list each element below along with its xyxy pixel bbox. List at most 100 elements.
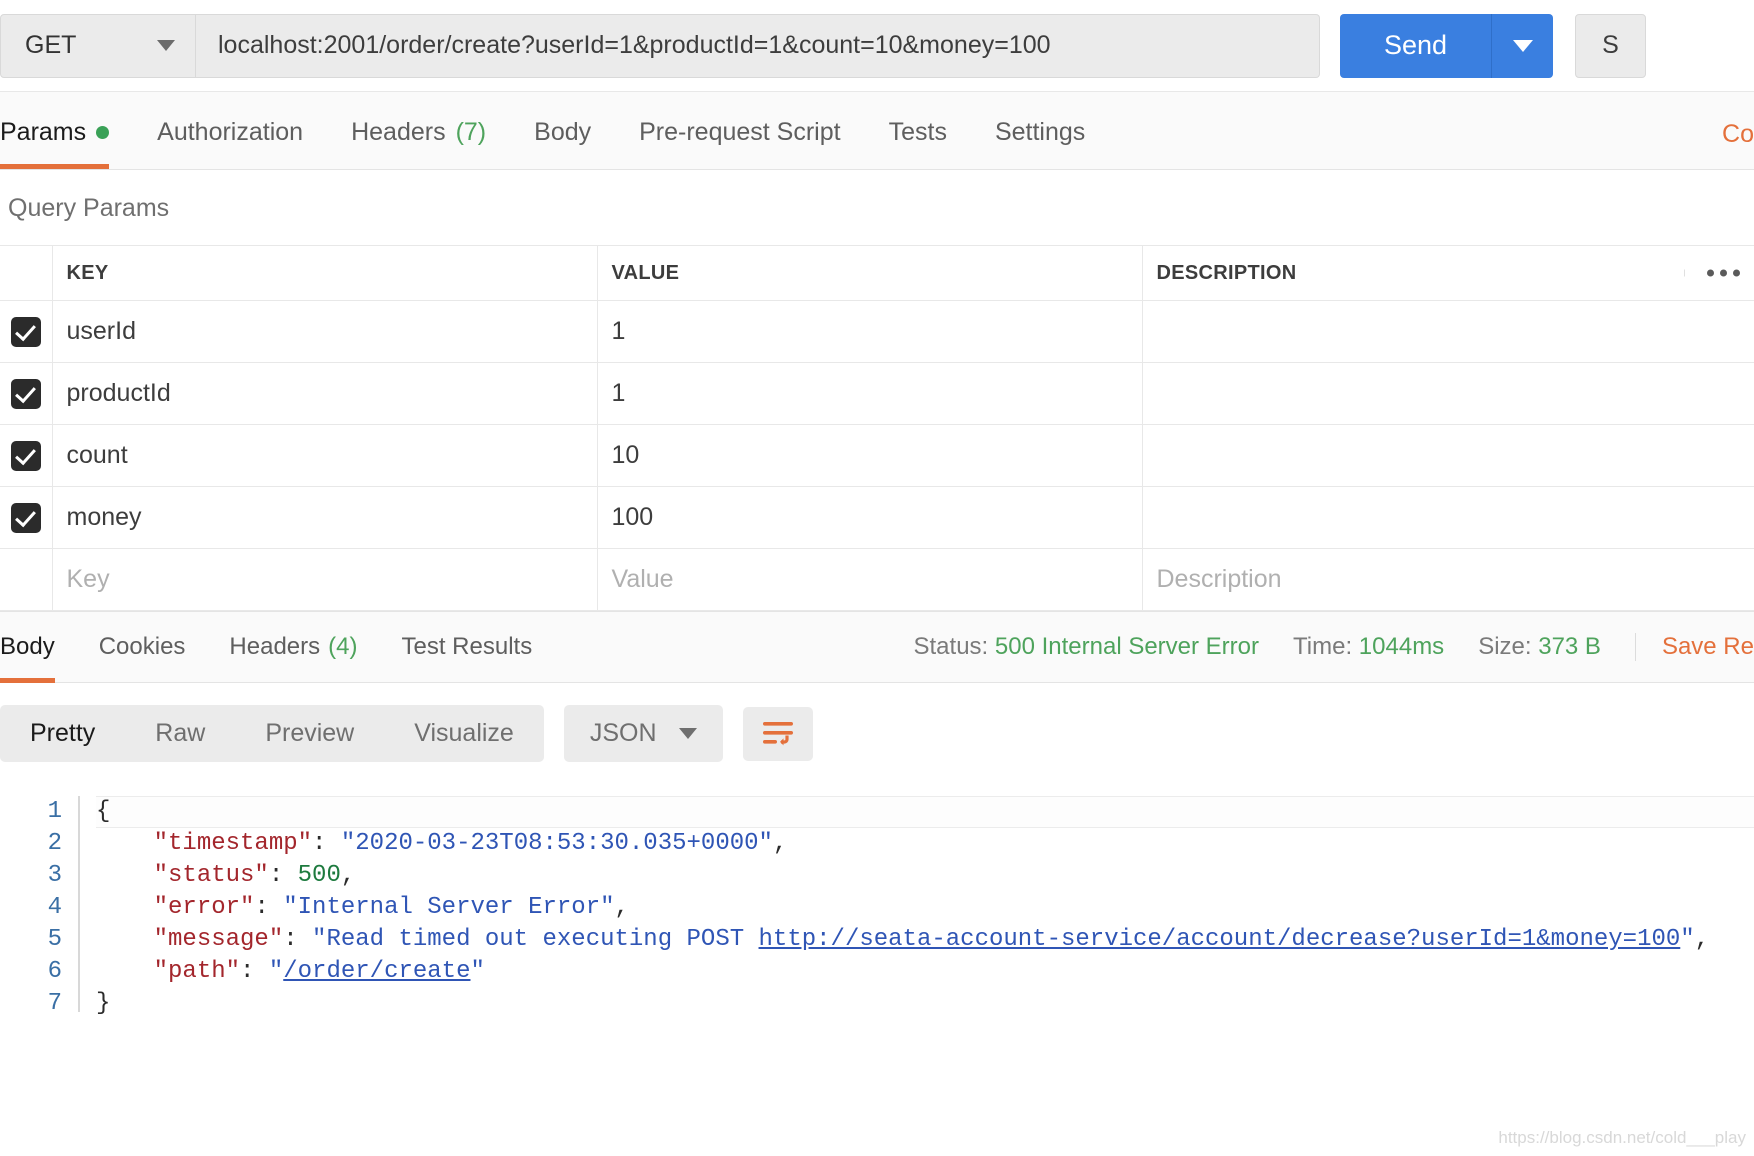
response-tab-test-results[interactable]: Test Results	[379, 611, 554, 683]
row-checkbox-cell[interactable]	[0, 362, 53, 425]
tab-settings[interactable]: Settings	[971, 118, 1109, 169]
response-tab-cookies[interactable]: Cookies	[77, 611, 208, 683]
new-param-value-input[interactable]: Value	[596, 548, 1143, 611]
params-modified-dot-icon	[96, 126, 110, 139]
tab-authorization[interactable]: Authorization	[133, 118, 327, 169]
status-label: Status:	[913, 633, 989, 660]
url-input-value: localhost:2001/order/create?userId=1&pro…	[218, 31, 1051, 59]
table-row: productId 1	[0, 362, 1754, 425]
wrap-lines-button[interactable]	[742, 706, 813, 761]
param-description-cell[interactable]	[1141, 424, 1754, 487]
tab-tests-label: Tests	[888, 118, 947, 146]
response-format-dropdown[interactable]: JSON	[563, 705, 723, 762]
view-mode-raw[interactable]: Raw	[125, 705, 235, 762]
watermark: https://blog.csdn.net/cold___play	[1498, 1128, 1746, 1147]
time-label: Time:	[1293, 633, 1353, 660]
checkbox-checked-icon[interactable]	[10, 316, 41, 347]
column-header-key: KEY	[51, 245, 598, 301]
param-key-cell[interactable]: count	[51, 424, 598, 487]
param-description-cell[interactable]	[1141, 300, 1754, 363]
new-param-description-input[interactable]: Description	[1141, 548, 1754, 611]
response-view-mode-group: Pretty Raw Preview Visualize	[0, 705, 544, 762]
row-checkbox-cell-empty[interactable]	[0, 548, 53, 611]
response-body-code[interactable]: { "timestamp": "2020-03-23T08:53:30.035+…	[78, 796, 1754, 1020]
line-number: 3	[47, 862, 62, 889]
save-response-button[interactable]: Save Re	[1634, 633, 1754, 661]
tab-params[interactable]: Params	[0, 118, 133, 169]
json-value-path-link[interactable]: /order/create	[283, 958, 470, 985]
code-line-7: }	[96, 988, 1754, 1020]
tab-tests[interactable]: Tests	[865, 118, 971, 169]
checkbox-checked-icon[interactable]	[10, 440, 41, 471]
column-header-description-label: DESCRIPTION	[1156, 261, 1297, 284]
param-value-cell[interactable]: 10	[596, 424, 1143, 487]
view-mode-preview[interactable]: Preview	[235, 705, 384, 762]
tab-pre-request-script-label: Pre-request Script	[639, 118, 841, 146]
param-key-cell[interactable]: money	[51, 486, 598, 549]
request-tabs: Params Authorization Headers (7) Body Pr…	[0, 92, 1754, 170]
param-description-cell[interactable]	[1141, 362, 1754, 425]
send-options-button[interactable]	[1491, 13, 1554, 78]
tab-headers-count: (7)	[455, 118, 487, 146]
url-input[interactable]: localhost:2001/order/create?userId=1&pro…	[196, 13, 1320, 78]
response-tabs: Body Cookies Headers (4) Test Results St…	[0, 611, 1754, 683]
json-value-path-openquote: "	[268, 958, 284, 985]
request-url-bar: GET localhost:2001/order/create?userId=1…	[0, 0, 1754, 92]
row-checkbox-cell[interactable]	[0, 486, 53, 549]
tab-headers[interactable]: Headers (7)	[327, 118, 510, 169]
tab-body[interactable]: Body	[510, 118, 615, 169]
chevron-down-icon	[1512, 39, 1533, 52]
param-key-cell[interactable]: productId	[51, 362, 598, 425]
view-mode-visualize[interactable]: Visualize	[384, 705, 544, 762]
status-group: Status: 500 Internal Server Error	[914, 633, 1260, 661]
param-value-cell[interactable]: 1	[596, 300, 1143, 363]
param-key-cell[interactable]: userId	[51, 300, 598, 363]
param-value-cell[interactable]: 100	[596, 486, 1143, 549]
table-row-empty: Key Value Description	[0, 548, 1754, 611]
send-button-group: Send	[1340, 13, 1554, 78]
status-badge: 500 Internal Server Error	[994, 633, 1260, 660]
json-value-message-prefix: "Read timed out executing POST	[312, 926, 759, 953]
view-mode-pretty[interactable]: Pretty	[0, 705, 125, 762]
query-params-title: Query Params	[8, 194, 170, 222]
code-fold-bar	[78, 796, 80, 1012]
response-tab-headers-label: Headers	[229, 633, 321, 660]
row-checkbox-cell[interactable]	[0, 300, 53, 363]
response-tab-headers-count: (4)	[328, 633, 358, 660]
checkbox-checked-icon[interactable]	[10, 378, 41, 409]
new-param-key-input[interactable]: Key	[51, 548, 598, 611]
table-header-row: KEY VALUE DESCRIPTION	[0, 245, 1754, 301]
json-brace-close: }	[96, 990, 111, 1017]
save-request-button[interactable]: S	[1575, 13, 1646, 78]
time-value: 1044ms	[1358, 633, 1445, 660]
code-line-1: {	[96, 796, 1754, 828]
param-value-cell[interactable]: 1	[596, 362, 1143, 425]
response-tab-headers[interactable]: Headers (4)	[207, 611, 379, 683]
response-body-viewer: 1 2 3 4 5 6 7 { "timestamp": "2020-03-23…	[0, 782, 1754, 1020]
cookies-link[interactable]: Co	[1722, 120, 1754, 169]
json-key-timestamp: "timestamp"	[153, 830, 313, 857]
json-value-timestamp: "2020-03-23T08:53:30.035+0000"	[340, 830, 773, 857]
json-key-error: "error"	[153, 894, 255, 921]
line-number: 6	[47, 958, 62, 985]
checkbox-checked-icon[interactable]	[10, 502, 41, 533]
json-value-message-link[interactable]: http://seata-account-service/account/dec…	[759, 926, 1681, 953]
tab-body-label: Body	[534, 118, 592, 146]
code-line-5: "message": "Read timed out executing POS…	[153, 926, 1710, 953]
json-brace-open: {	[96, 798, 111, 825]
response-tab-body[interactable]: Body	[0, 611, 77, 683]
json-key-path: "path"	[153, 958, 241, 985]
response-view-toolbar: Pretty Raw Preview Visualize JSON	[0, 683, 1754, 782]
line-number: 5	[47, 926, 62, 953]
send-button[interactable]: Send	[1340, 13, 1492, 78]
param-description-cell[interactable]	[1141, 486, 1754, 549]
http-method-dropdown[interactable]: GET	[0, 13, 196, 78]
row-checkbox-cell[interactable]	[0, 424, 53, 487]
response-tab-body-label: Body	[0, 633, 55, 660]
code-line-6: "path": "/order/create"	[153, 958, 485, 985]
tab-pre-request-script[interactable]: Pre-request Script	[615, 118, 864, 169]
json-key-status: "status"	[153, 862, 269, 889]
line-number: 2	[47, 830, 62, 857]
tab-headers-label: Headers	[351, 118, 446, 146]
table-options-icon[interactable]	[1683, 269, 1740, 277]
